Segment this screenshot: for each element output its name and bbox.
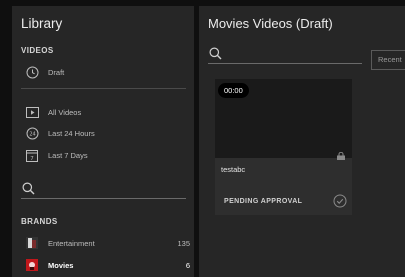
sidebar-item-last-7-days[interactable]: 7 Last 7 Days — [25, 147, 190, 163]
divider — [21, 88, 186, 89]
calendar-icon: 7 — [25, 148, 39, 162]
duration-badge: 00:00 — [218, 83, 249, 98]
brand-thumbnail — [25, 258, 39, 272]
sidebar-item-label: All Videos — [48, 107, 82, 117]
video-thumbnail[interactable]: 00:00 — [215, 79, 352, 160]
svg-text:24: 24 — [29, 131, 35, 137]
status-badge: PENDING APPROVAL — [224, 198, 303, 205]
video-icon — [25, 105, 39, 119]
sort-dropdown[interactable]: Recent — [371, 50, 405, 70]
brand-thumbnail — [25, 236, 39, 250]
video-card[interactable]: 00:00 testabc PENDING APPROVAL — [215, 79, 352, 215]
svg-text:7: 7 — [30, 155, 34, 161]
checkmark-icon[interactable] — [333, 194, 347, 208]
main-panel: Movies Videos (Draft) Recent 00:00 testa… — [199, 6, 405, 277]
sidebar-search-input[interactable] — [21, 179, 186, 199]
clock-24-icon: 24 — [25, 126, 39, 140]
sidebar-brand-movies[interactable]: Movies 6 — [25, 257, 190, 273]
page-title: Movies Videos (Draft) — [208, 16, 333, 31]
sidebar-item-draft[interactable]: Draft — [25, 64, 190, 80]
sidebar-search — [21, 179, 186, 199]
brand-count: 135 — [177, 238, 190, 248]
lock-icon — [336, 147, 346, 160]
sidebar-item-label: Draft — [48, 67, 65, 77]
sidebar-brand-entertainment[interactable]: Entertainment 135 — [25, 235, 190, 251]
brand-label: Movies — [48, 260, 74, 270]
video-search-input[interactable] — [208, 44, 362, 64]
library-sidebar: Library VIDEOS Draft All Videos 24 Last … — [12, 6, 194, 277]
brands-section-label: BRANDS — [21, 217, 58, 226]
sidebar-item-label: Last 24 Hours — [48, 128, 95, 138]
clock-icon — [25, 65, 39, 79]
brand-count: 6 — [185, 260, 190, 270]
sidebar-item-last-24-hours[interactable]: 24 Last 24 Hours — [25, 125, 190, 141]
brand-label: Entertainment — [48, 238, 95, 248]
sidebar-item-label: Last 7 Days — [48, 150, 88, 160]
library-title: Library — [21, 16, 63, 31]
videos-section-label: VIDEOS — [21, 46, 54, 55]
video-title: testabc — [221, 165, 246, 174]
main-search — [208, 44, 362, 64]
sidebar-item-all-videos[interactable]: All Videos — [25, 104, 190, 120]
